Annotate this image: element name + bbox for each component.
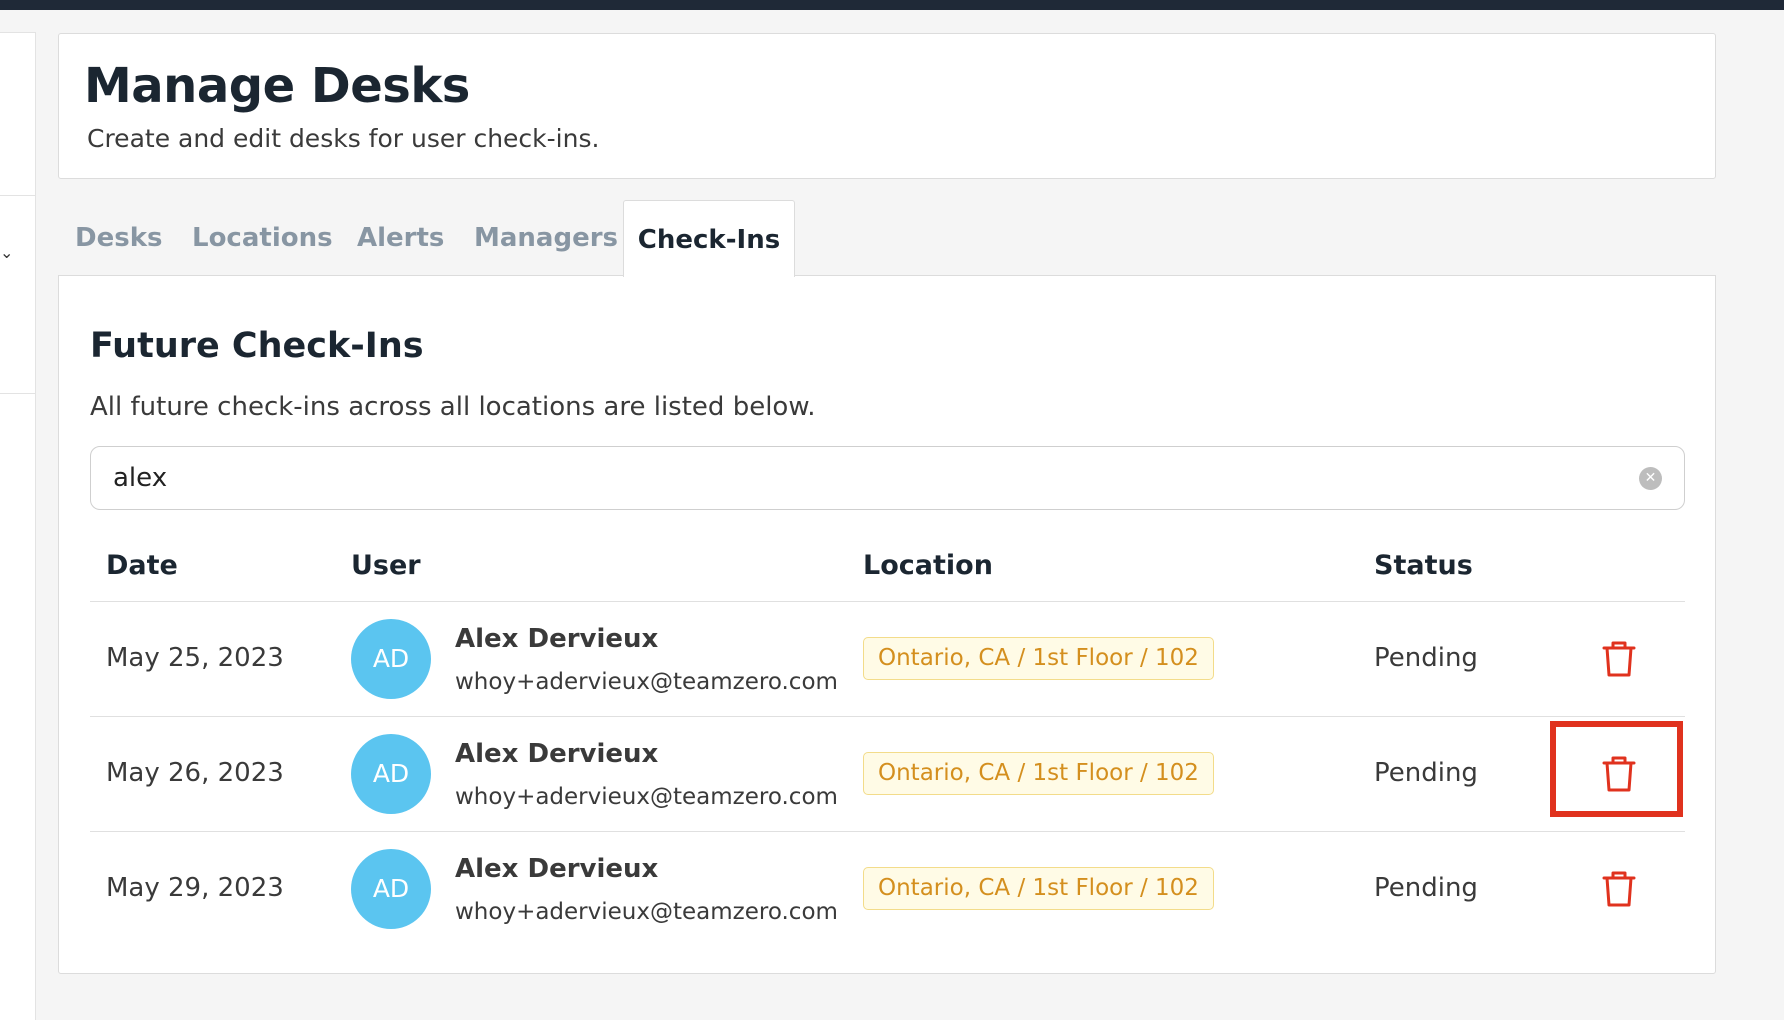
user-email: whoy+adervieux@teamzero.com [455,669,838,695]
location-tag: Ontario, CA / 1st Floor / 102 [863,752,1214,795]
chevron-down-icon[interactable]: ⌄ [0,245,13,261]
avatar: AD [351,734,431,814]
row-date: May 26, 2023 [106,758,284,788]
user-name: Alex Dervieux [455,624,659,654]
section-description: All future check-ins across all location… [90,392,816,422]
search-field: ✕ [90,446,1685,510]
tab-check-ins[interactable]: Check-Ins [623,200,795,277]
sidebar-divider [0,393,36,394]
tab-desks[interactable]: Desks [75,200,162,276]
table-row: May 29, 2023 AD Alex Dervieux whoy+aderv… [90,832,1685,946]
tab-bar: Desks Locations Alerts Managers Check-In… [58,200,1716,277]
section-title: Future Check-Ins [90,326,424,366]
location-tag: Ontario, CA / 1st Floor / 102 [863,637,1214,680]
column-header-date: Date [106,550,178,581]
user-email: whoy+adervieux@teamzero.com [455,899,838,925]
page-title: Manage Desks [84,58,470,114]
user-email: whoy+adervieux@teamzero.com [455,784,838,810]
page-header: Manage Desks Create and edit desks for u… [58,33,1716,179]
status-text: Pending [1374,873,1478,903]
status-text: Pending [1374,758,1478,788]
avatar: AD [351,849,431,929]
top-bar [0,0,1784,10]
tab-locations[interactable]: Locations [192,200,333,276]
column-header-status: Status [1374,550,1473,581]
avatar: AD [351,619,431,699]
row-date: May 29, 2023 [106,873,284,903]
table-row: May 25, 2023 AD Alex Dervieux whoy+aderv… [90,602,1685,716]
clear-search-icon[interactable]: ✕ [1639,467,1662,490]
search-input[interactable] [113,457,1613,499]
trash-icon[interactable] [1602,640,1636,678]
page-subtitle: Create and edit desks for user check-ins… [87,124,600,153]
sidebar: ⌄ [0,32,36,1020]
column-header-user: User [351,550,421,581]
tab-alerts[interactable]: Alerts [357,200,444,276]
check-ins-panel: Future Check-Ins All future check-ins ac… [58,275,1716,974]
user-name: Alex Dervieux [455,854,659,884]
highlight-annotation [1550,721,1683,817]
table-row: May 26, 2023 AD Alex Dervieux whoy+aderv… [90,717,1685,831]
sidebar-divider [0,195,36,196]
trash-icon[interactable] [1602,870,1636,908]
user-name: Alex Dervieux [455,739,659,769]
location-tag: Ontario, CA / 1st Floor / 102 [863,867,1214,910]
column-header-location: Location [863,550,993,581]
row-date: May 25, 2023 [106,643,284,673]
tab-managers[interactable]: Managers [474,200,618,276]
status-text: Pending [1374,643,1478,673]
